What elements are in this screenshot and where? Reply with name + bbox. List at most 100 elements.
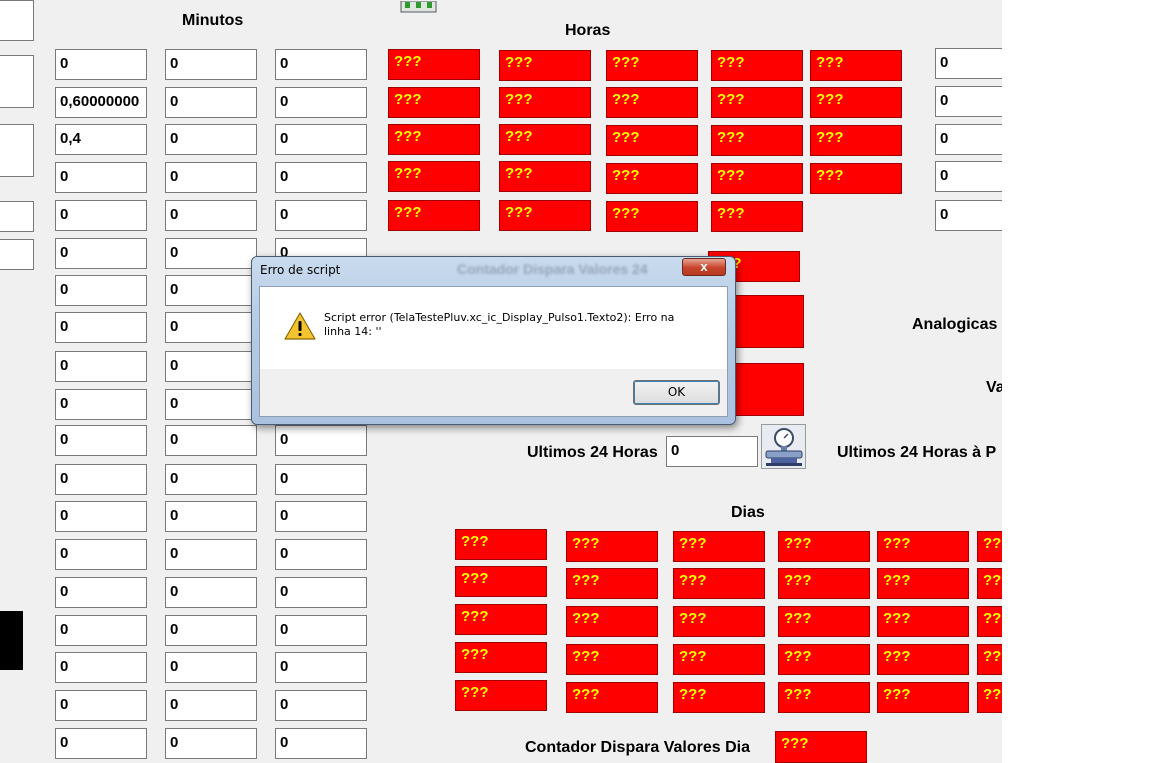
horas-field[interactable]: ???: [711, 125, 803, 156]
minutos-field[interactable]: 0: [275, 162, 367, 193]
scale-button[interactable]: [761, 424, 806, 469]
minutos-field[interactable]: 0: [55, 501, 147, 532]
dias-field[interactable]: ???: [566, 682, 658, 713]
minutos-field[interactable]: 0: [55, 728, 147, 759]
horas-field[interactable]: ???: [499, 124, 591, 155]
minutos-field[interactable]: 0: [275, 425, 367, 456]
minutos-field[interactable]: 0: [165, 615, 257, 646]
minutos-field[interactable]: 0: [165, 539, 257, 570]
dias-field[interactable]: ??: [977, 568, 1002, 599]
dias-field[interactable]: ???: [673, 568, 765, 599]
minutos-field[interactable]: 0: [275, 652, 367, 683]
right-value-field[interactable]: 0: [935, 48, 1002, 79]
horas-field[interactable]: ???: [606, 50, 698, 81]
horas-field[interactable]: ???: [606, 201, 698, 232]
dias-field[interactable]: ???: [877, 644, 969, 675]
minutos-field[interactable]: 0: [55, 539, 147, 570]
horas-field[interactable]: ???: [606, 125, 698, 156]
minutos-field[interactable]: 0: [165, 351, 257, 382]
minutos-field[interactable]: 0: [275, 728, 367, 759]
dias-field[interactable]: ???: [877, 606, 969, 637]
horas-field[interactable]: ???: [499, 200, 591, 231]
minutos-field[interactable]: 0: [165, 162, 257, 193]
minutos-field[interactable]: 0: [55, 312, 147, 343]
horas-field[interactable]: ???: [388, 124, 480, 155]
dias-field[interactable]: ???: [566, 531, 658, 562]
dias-field[interactable]: ??: [977, 606, 1002, 637]
dias-field[interactable]: ???: [455, 566, 547, 597]
dias-field[interactable]: ??: [977, 531, 1002, 562]
minutos-field[interactable]: 0: [55, 425, 147, 456]
minutos-field[interactable]: 0: [275, 464, 367, 495]
right-value-field[interactable]: 0: [935, 124, 1002, 155]
minutos-field[interactable]: 0: [275, 87, 367, 118]
minutos-field[interactable]: 0: [165, 577, 257, 608]
minutos-field[interactable]: 0: [165, 312, 257, 343]
dias-field[interactable]: ???: [455, 529, 547, 560]
contador-dia-field[interactable]: ???: [775, 731, 867, 763]
right-value-field[interactable]: 0: [935, 161, 1002, 192]
dias-field[interactable]: ??: [977, 644, 1002, 675]
dias-field[interactable]: ???: [778, 531, 870, 562]
dias-field[interactable]: ???: [877, 568, 969, 599]
dias-field[interactable]: ??: [977, 682, 1002, 713]
minutos-field[interactable]: 0: [275, 577, 367, 608]
minutos-field[interactable]: 0: [165, 501, 257, 532]
minutos-field[interactable]: 0: [275, 501, 367, 532]
minutos-field[interactable]: 0: [55, 200, 147, 231]
minutos-field[interactable]: 0: [165, 275, 257, 306]
horas-field[interactable]: ???: [810, 163, 902, 194]
minutos-field[interactable]: 0,4: [55, 124, 147, 155]
horas-field[interactable]: ???: [810, 50, 902, 81]
dias-field[interactable]: ???: [877, 531, 969, 562]
horas-field[interactable]: ???: [606, 163, 698, 194]
minutos-field[interactable]: 0: [165, 425, 257, 456]
dias-field[interactable]: ???: [455, 680, 547, 711]
minutos-field[interactable]: 0: [165, 652, 257, 683]
minutos-field[interactable]: 0: [275, 615, 367, 646]
minutos-field[interactable]: 0: [275, 539, 367, 570]
horas-field[interactable]: ???: [388, 200, 480, 231]
horas-field[interactable]: ???: [810, 87, 902, 118]
horas-field[interactable]: ???: [499, 50, 591, 81]
left-edge-field[interactable]: [0, 0, 34, 41]
minutos-field[interactable]: 0: [55, 162, 147, 193]
horas-field[interactable]: ???: [499, 161, 591, 192]
ultimos-24-field[interactable]: 0: [666, 436, 758, 467]
right-value-field[interactable]: 0: [935, 200, 1002, 231]
horas-field[interactable]: ???: [711, 163, 803, 194]
status-icon[interactable]: [400, 0, 437, 13]
horas-field[interactable]: ???: [810, 125, 902, 156]
horas-field[interactable]: ???: [606, 87, 698, 118]
dias-field[interactable]: ???: [778, 606, 870, 637]
dias-field[interactable]: ???: [673, 682, 765, 713]
minutos-field[interactable]: 0: [55, 49, 147, 80]
minutos-field[interactable]: 0: [55, 690, 147, 721]
minutos-field[interactable]: 0: [55, 652, 147, 683]
horas-field[interactable]: ???: [388, 49, 480, 80]
horas-field[interactable]: ???: [711, 50, 803, 81]
right-value-field[interactable]: 0: [935, 86, 1002, 117]
dias-field[interactable]: ???: [778, 644, 870, 675]
minutos-field[interactable]: 0: [165, 124, 257, 155]
dias-field[interactable]: ???: [566, 644, 658, 675]
minutos-field[interactable]: 0: [165, 87, 257, 118]
minutos-field[interactable]: 0: [55, 577, 147, 608]
minutos-field[interactable]: 0: [165, 690, 257, 721]
dias-field[interactable]: ???: [455, 642, 547, 673]
minutos-field[interactable]: 0: [55, 464, 147, 495]
dias-field[interactable]: ???: [566, 606, 658, 637]
ok-button[interactable]: OK: [633, 380, 720, 405]
horas-field[interactable]: ???: [711, 87, 803, 118]
horas-field[interactable]: ???: [711, 201, 803, 232]
minutos-field[interactable]: 0: [165, 238, 257, 269]
dias-field[interactable]: ???: [455, 604, 547, 635]
dias-field[interactable]: ???: [673, 644, 765, 675]
minutos-field[interactable]: 0: [55, 389, 147, 420]
dias-field[interactable]: ???: [778, 568, 870, 599]
minutos-field[interactable]: 0: [165, 464, 257, 495]
dias-field[interactable]: ???: [566, 568, 658, 599]
dias-field[interactable]: ???: [673, 606, 765, 637]
minutos-field[interactable]: 0: [275, 690, 367, 721]
horas-field[interactable]: ???: [499, 87, 591, 118]
